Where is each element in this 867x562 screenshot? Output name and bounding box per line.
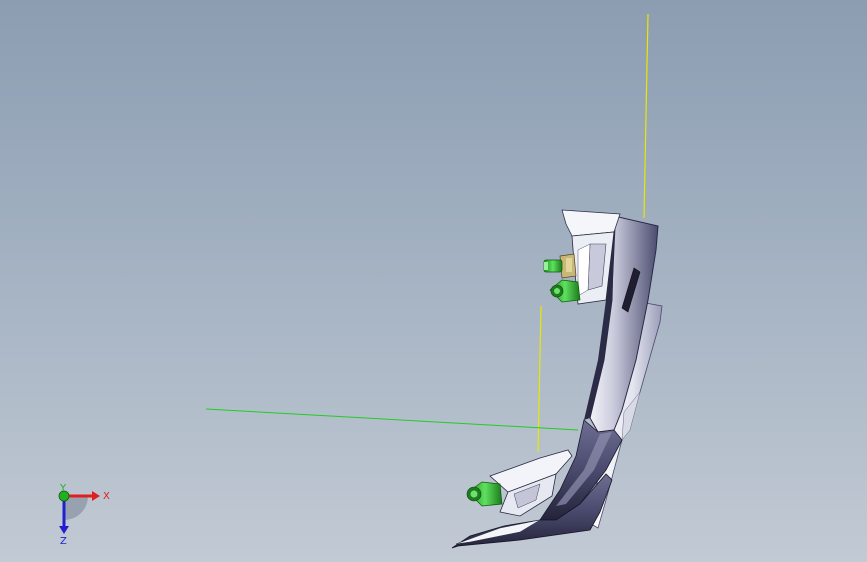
green-clip-upper[interactable]: [549, 279, 581, 303]
reference-axis-lower[interactable]: [537, 305, 542, 453]
graphics-viewport[interactable]: X Y Z: [0, 0, 867, 562]
model-scene[interactable]: [0, 0, 867, 562]
y-axis-label: Y: [59, 483, 67, 494]
z-axis-label: Z: [60, 536, 67, 546]
z-arrowhead-icon: [59, 526, 69, 534]
green-stud-upper[interactable]: [543, 259, 563, 273]
reference-axis-upper[interactable]: [643, 13, 649, 219]
reference-line-green[interactable]: [205, 408, 579, 431]
orientation-triad: X Y Z: [58, 483, 110, 546]
x-arrowhead-icon: [92, 491, 100, 501]
green-clip-lower[interactable]: [466, 481, 503, 507]
x-axis-label: X: [103, 491, 110, 502]
